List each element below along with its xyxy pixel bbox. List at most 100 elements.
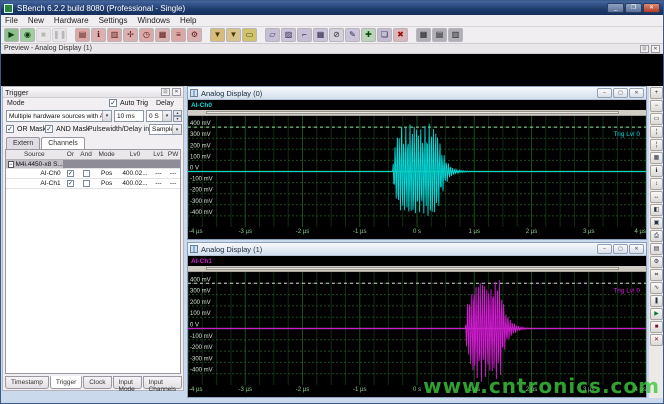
or-checkbox-ai-ch1[interactable]: ✓ <box>67 180 74 187</box>
display0-minimize-button[interactable]: – <box>597 88 612 98</box>
card-info-icon[interactable]: ℹ <box>91 28 106 42</box>
and-checkbox-ai-ch0[interactable] <box>83 170 90 177</box>
offset-icon[interactable]: ↔ <box>650 191 663 203</box>
menu-file[interactable]: File <box>5 16 18 25</box>
stop-icon[interactable]: ■ <box>650 321 663 333</box>
measure-icon[interactable]: ⌗ <box>650 269 663 281</box>
card-settings-icon[interactable]: ⚙ <box>187 28 202 42</box>
menu-settings[interactable]: Settings <box>99 16 128 25</box>
pause-icon[interactable]: ❚ <box>650 295 663 307</box>
display1-maximize-button[interactable]: ▢ <box>613 244 628 254</box>
zoom-in-icon[interactable]: + <box>650 87 663 99</box>
tab-timestamp[interactable]: Timestamp <box>5 376 49 389</box>
save-data-icon[interactable]: ▼ <box>210 28 225 42</box>
tab-extern[interactable]: Extern <box>6 137 40 149</box>
or-checkbox-ai-ch0[interactable]: ✓ <box>67 170 74 177</box>
minimize-button[interactable]: _ <box>607 3 624 13</box>
card-trigger-icon[interactable]: ✢ <box>123 28 138 42</box>
new-display-icon[interactable]: ▱ <box>265 28 280 42</box>
trigger-panel-header[interactable]: Trigger ⊡ ✕ <box>3 87 183 98</box>
display1-close-button[interactable]: ✕ <box>629 244 644 254</box>
and-mask-checkbox[interactable]: ✓ <box>45 125 53 133</box>
chevron-down-icon[interactable]: ▾ <box>162 111 171 121</box>
maximize-button[interactable]: ❐ <box>625 3 642 13</box>
display0-plot-area[interactable]: 400 mV300 mV200 mV100 mV0 V-100 mV-200 m… <box>188 116 646 227</box>
add-channel-icon[interactable]: ✚ <box>361 28 376 42</box>
tab-channels[interactable]: Channels <box>41 137 85 149</box>
zoom-full-icon[interactable]: ▭ <box>650 113 663 125</box>
trigger-pin-button[interactable]: ⊡ <box>161 88 170 96</box>
auto-trig-checkbox[interactable]: ✓ <box>109 99 117 107</box>
color-icon[interactable]: ◧ <box>650 204 663 216</box>
display0-maximize-button[interactable]: ▢ <box>613 88 628 98</box>
display0-title-bar[interactable]: Analog Display (0) – ▢ ✕ <box>188 87 646 100</box>
copy-channel-icon[interactable]: ❏ <box>377 28 392 42</box>
cursor-a-icon[interactable]: ¦ <box>650 126 663 138</box>
table-info-icon[interactable]: ▤ <box>432 28 447 42</box>
card-input-icon[interactable]: ▥ <box>107 28 122 42</box>
menu-new[interactable]: New <box>28 16 44 25</box>
save-as-icon[interactable]: ▼ <box>226 28 241 42</box>
tab-trigger[interactable]: Trigger <box>50 376 82 389</box>
display1-plot-area[interactable]: 400 mV300 mV200 mV100 mV0 V-100 mV-200 m… <box>188 272 646 385</box>
display1-minimize-button[interactable]: – <box>597 244 612 254</box>
zoom-out-icon[interactable]: − <box>650 100 663 112</box>
notes-icon[interactable]: ✎ <box>345 28 360 42</box>
export-icon[interactable]: ▤ <box>650 243 663 255</box>
no-draw-icon[interactable]: ⊘ <box>329 28 344 42</box>
table-view-icon[interactable]: ▦ <box>416 28 431 42</box>
new-xy-display-icon[interactable]: ▨ <box>281 28 296 42</box>
close-display-icon[interactable]: ✕ <box>650 334 663 346</box>
or-mask-checkbox[interactable]: ✓ <box>6 125 14 133</box>
display0-close-button[interactable]: ✕ <box>629 88 644 98</box>
card-mode-icon[interactable]: ▦ <box>155 28 170 42</box>
menu-hardware[interactable]: Hardware <box>54 16 89 25</box>
preview-pin-button[interactable]: ⊡ <box>640 45 649 53</box>
spin-down-icon[interactable]: ▾ <box>173 116 182 122</box>
auto-trig-time-input[interactable]: 10 ms <box>114 110 144 122</box>
and-checkbox-ai-ch1[interactable] <box>83 180 90 187</box>
scale-icon[interactable]: ↕ <box>650 178 663 190</box>
grid-icon[interactable]: ▦ <box>313 28 328 42</box>
grid-toggle-icon[interactable]: ▦ <box>650 152 663 164</box>
snapshot-icon[interactable]: ▣ <box>650 217 663 229</box>
print-icon[interactable]: ⎙ <box>650 230 663 242</box>
fft-icon[interactable]: ∿ <box>650 282 663 294</box>
column-header-lv1: Lv1 <box>151 150 167 159</box>
start-acquisition-icon[interactable]: ▶ <box>4 28 19 42</box>
preview-close-button[interactable]: ✕ <box>651 45 660 53</box>
delete-icon[interactable]: ✖ <box>393 28 408 42</box>
trigger-mode-select[interactable]: Multiple hardware sources with AND/OR ▾ <box>6 110 112 122</box>
pulsewidth-unit-select[interactable]: Samples ▾ <box>149 124 182 135</box>
close-button[interactable]: ✕ <box>643 3 660 13</box>
chevron-down-icon[interactable]: ▾ <box>102 111 111 121</box>
channel1-label[interactable]: AI-Ch1 <box>191 258 212 265</box>
preview-acquisition-icon[interactable]: ◉ <box>20 28 35 42</box>
run-icon[interactable]: ▶ <box>650 308 663 320</box>
cursor-b-icon[interactable]: ¦ <box>650 139 663 151</box>
delay-select[interactable]: 0 S ▾ <box>146 110 172 122</box>
tab-clock[interactable]: Clock <box>83 376 111 389</box>
cursor-icon[interactable]: ⌐ <box>297 28 312 42</box>
table-export-icon[interactable]: ▥ <box>448 28 463 42</box>
delay-spinner[interactable]: ▴ ▾ <box>173 110 182 122</box>
export-data-icon[interactable]: ▭ <box>242 28 257 42</box>
collapse-icon[interactable]: − <box>8 161 14 168</box>
card-channels-icon[interactable]: ≡ <box>171 28 186 42</box>
tab-input-mode[interactable]: Input Mode <box>113 376 142 389</box>
pan-thumb[interactable] <box>206 111 618 114</box>
display1-title-bar[interactable]: Analog Display (1) – ▢ ✕ <box>188 243 646 256</box>
card-clock-icon[interactable]: ◷ <box>139 28 154 42</box>
pan-thumb[interactable] <box>206 267 618 270</box>
signal-info-icon[interactable]: ℹ <box>650 165 663 177</box>
trigger-close-button[interactable]: ✕ <box>172 88 181 96</box>
card-icon[interactable]: ▤ <box>75 28 90 42</box>
card-group-label[interactable]: −M4i.4450-x8 S... <box>6 160 63 168</box>
settings-icon[interactable]: ⚙ <box>650 256 663 268</box>
chevron-down-icon[interactable]: ▾ <box>172 125 181 134</box>
tab-input-channels[interactable]: Input Channels <box>143 376 182 389</box>
menu-windows[interactable]: Windows <box>138 16 170 25</box>
menu-help[interactable]: Help <box>180 16 196 25</box>
channel0-label[interactable]: AI-Ch0 <box>191 102 212 109</box>
title-bar[interactable]: SBench 6.2.2 build 8080 (Professional - … <box>1 1 663 15</box>
